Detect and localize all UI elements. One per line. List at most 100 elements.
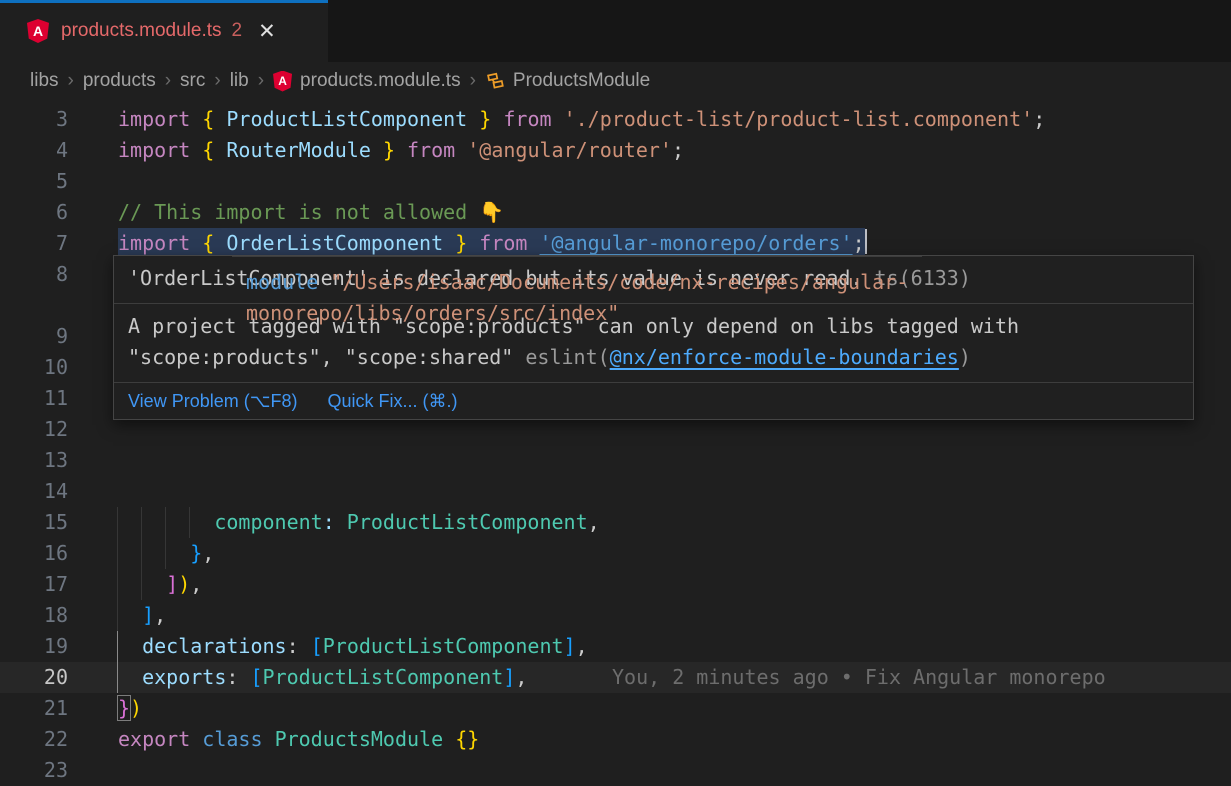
code-token: RouterModule bbox=[226, 138, 371, 162]
code-token bbox=[527, 231, 539, 255]
code-token: ) bbox=[178, 572, 190, 596]
close-icon[interactable]: ✕ bbox=[258, 19, 276, 44]
line-number[interactable]: 14 bbox=[0, 476, 68, 507]
code-token bbox=[443, 727, 455, 751]
breadcrumb-item-libs[interactable]: libs bbox=[30, 70, 59, 92]
code-text: component: ProductListComponent, bbox=[118, 507, 600, 538]
code-line[interactable]: 21}) bbox=[0, 693, 1231, 724]
indent-guide bbox=[117, 507, 118, 538]
hover-text: module bbox=[246, 270, 318, 294]
code-token: { bbox=[202, 138, 214, 162]
line-number[interactable]: 15 bbox=[0, 507, 68, 538]
code-token: ] bbox=[166, 572, 178, 596]
code-token bbox=[118, 603, 142, 627]
code-token bbox=[214, 138, 226, 162]
active-bracket-guide bbox=[117, 631, 118, 693]
indent-guide bbox=[117, 538, 118, 569]
line-number[interactable]: 19 bbox=[0, 631, 68, 662]
angular-icon: A bbox=[27, 19, 49, 43]
code-token: , bbox=[576, 634, 588, 658]
code-token: ] bbox=[564, 634, 576, 658]
code-line[interactable]: 15 component: ProductListComponent, bbox=[0, 507, 1231, 538]
line-number[interactable]: 22 bbox=[0, 724, 68, 755]
line-number[interactable]: 21 bbox=[0, 693, 68, 724]
code-editor[interactable]: 3import { ProductListComponent } from '.… bbox=[0, 100, 1231, 780]
code-line[interactable]: 4 import { RouterModule } from '@angular/… bbox=[0, 135, 1231, 166]
line-number[interactable]: 6 bbox=[0, 197, 68, 228]
code-token: component bbox=[214, 510, 322, 534]
code-line[interactable]: 20 exports: [ProductListComponent],You, … bbox=[0, 662, 1231, 693]
line-number[interactable]: 18 bbox=[0, 600, 68, 631]
code-token bbox=[190, 107, 202, 131]
code-line[interactable]: 17 ]), bbox=[0, 569, 1231, 600]
code-token: { bbox=[202, 231, 214, 255]
breadcrumb-item-products[interactable]: products bbox=[83, 70, 156, 92]
line-number[interactable]: 17 bbox=[0, 569, 68, 600]
line-number[interactable]: 10 bbox=[0, 352, 68, 383]
code-line[interactable]: 22export class ProductsModule {} bbox=[0, 724, 1231, 755]
code-line[interactable]: 6 // This import is not allowed 👇 bbox=[0, 197, 1231, 228]
line-number[interactable]: 8 bbox=[0, 259, 68, 290]
code-text: import { RouterModule } from '@angular/r… bbox=[118, 135, 684, 166]
code-line[interactable]: 3import { ProductListComponent } from '.… bbox=[0, 104, 1231, 135]
code-line[interactable]: 14 bbox=[0, 476, 1231, 507]
line-number[interactable]: 9 bbox=[0, 321, 68, 352]
code-token: ; bbox=[672, 138, 684, 162]
code-token: OrderListComponent bbox=[226, 231, 443, 255]
code-token: { bbox=[202, 107, 214, 131]
code-line[interactable]: 19 declarations: [ProductListComponent], bbox=[0, 631, 1231, 662]
line-number[interactable]: 12 bbox=[0, 414, 68, 445]
breadcrumb-separator: › bbox=[258, 70, 264, 92]
code-token bbox=[467, 231, 479, 255]
line-number[interactable]: 4 bbox=[0, 135, 68, 166]
code-token bbox=[190, 727, 202, 751]
code-token: : bbox=[323, 510, 335, 534]
eslint-rule-link[interactable]: @nx/enforce-module-boundaries bbox=[610, 345, 959, 369]
code-token bbox=[491, 107, 503, 131]
indent-guide bbox=[141, 538, 142, 569]
code-token bbox=[118, 665, 142, 689]
code-token: import bbox=[118, 231, 190, 255]
breadcrumb-item-productsmodule[interactable]: ProductsModule bbox=[485, 70, 650, 92]
line-number[interactable]: 20 bbox=[0, 662, 68, 693]
line-number[interactable]: 3 bbox=[0, 104, 68, 135]
tab-bar: A products.module.ts 2 ✕ bbox=[0, 0, 1231, 62]
text-cursor bbox=[865, 229, 867, 254]
breadcrumb-item-src[interactable]: src bbox=[180, 70, 205, 92]
line-number[interactable]: 11 bbox=[0, 383, 68, 414]
code-token: } bbox=[383, 138, 395, 162]
code-line[interactable]: 13 bbox=[0, 445, 1231, 476]
line-number[interactable]: 5 bbox=[0, 166, 68, 197]
breadcrumb-separator: › bbox=[470, 70, 476, 92]
line-number[interactable]: 13 bbox=[0, 445, 68, 476]
code-token: ; bbox=[853, 231, 865, 255]
line-number[interactable]: 16 bbox=[0, 538, 68, 569]
code-line[interactable]: 16 }, bbox=[0, 538, 1231, 569]
code-token bbox=[214, 231, 226, 255]
code-token: ) bbox=[130, 696, 142, 720]
indent-guide bbox=[141, 569, 142, 600]
hover-text: "/Users/isaac/Documents/code/nx-recipes/… bbox=[318, 270, 908, 294]
code-line[interactable]: 5 bbox=[0, 166, 1231, 197]
breadcrumb-item-products-module-ts[interactable]: Aproducts.module.ts bbox=[273, 70, 461, 92]
code-token: ProductsModule bbox=[275, 727, 444, 751]
line-number[interactable]: 7 bbox=[0, 228, 68, 259]
code-text: // This import is not allowed 👇 bbox=[118, 197, 504, 228]
code-token: ProductListComponent bbox=[226, 107, 467, 131]
code-text: declarations: [ProductListComponent], bbox=[118, 631, 588, 662]
code-token bbox=[190, 138, 202, 162]
breadcrumb-item-lib[interactable]: lib bbox=[230, 70, 249, 92]
line-number[interactable]: 23 bbox=[0, 755, 68, 786]
tab-products-module[interactable]: A products.module.ts 2 ✕ bbox=[0, 0, 328, 62]
active-tab-indicator bbox=[0, 0, 328, 3]
breadcrumb-label: products bbox=[83, 70, 156, 92]
quick-fix-action[interactable]: Quick Fix... (⌘.) bbox=[327, 391, 457, 411]
code-line[interactable]: 18 ], bbox=[0, 600, 1231, 631]
code-token: import bbox=[118, 107, 190, 131]
module-import-link[interactable]: '@angular-monorepo/orders' bbox=[540, 231, 853, 255]
code-token bbox=[263, 727, 275, 751]
code-line[interactable]: 23 bbox=[0, 755, 1231, 786]
code-token: // This import is not allowed bbox=[118, 200, 479, 224]
view-problem-action[interactable]: View Problem (⌥F8) bbox=[128, 391, 297, 411]
breadcrumb-label: lib bbox=[230, 70, 249, 92]
